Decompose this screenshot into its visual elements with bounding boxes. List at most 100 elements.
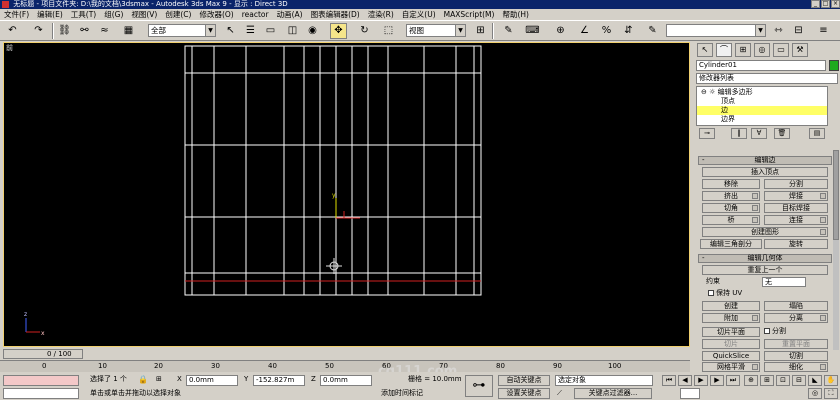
mirror-icon[interactable]: ⇿ <box>770 23 787 39</box>
rollout-edit-geometry-header[interactable]: - 编辑几何体 <box>698 254 832 263</box>
modify-tab-icon[interactable]: ⌒ <box>716 43 732 57</box>
next-frame-icon[interactable]: ▶ <box>710 375 724 386</box>
meshsmooth-button[interactable]: 网格平滑 <box>702 362 760 372</box>
motion-tab-icon[interactable]: ◎ <box>754 43 770 57</box>
settings-icon[interactable] <box>820 229 826 235</box>
settings-icon[interactable] <box>752 315 758 321</box>
select-and-link-icon[interactable]: ⛓ <box>56 23 73 39</box>
insert-vertex-button[interactable]: 插入顶点 <box>702 167 828 177</box>
pan-icon[interactable]: ✋ <box>824 375 838 386</box>
create-shape-button[interactable]: 创建图形 <box>702 227 828 237</box>
undo-icon[interactable]: ↶ <box>4 23 21 39</box>
absolute-mode-icon[interactable]: ⊞ <box>156 374 162 385</box>
menu-customize[interactable]: 自定义(U) <box>398 9 440 20</box>
slice-button[interactable]: 切片 <box>702 339 760 349</box>
split-checkbox[interactable]: 分割 <box>764 327 786 336</box>
stack-item-border[interactable]: 边界 <box>697 115 827 124</box>
select-and-manipulate-icon[interactable]: ✎ <box>500 23 517 39</box>
rollout-edit-edges-header[interactable]: - 编辑边 <box>698 156 832 165</box>
add-time-tag[interactable]: 添加时间标记 <box>381 388 423 399</box>
snaps-toggle-icon[interactable]: ⊕ <box>552 23 569 39</box>
scrollbar-thumb[interactable] <box>833 150 839 240</box>
key-filter-icon[interactable]: ⟋ <box>557 388 562 399</box>
y-coord-field[interactable]: -152.827m <box>253 375 305 386</box>
command-panel-scrollbar[interactable] <box>833 150 839 350</box>
menu-graph-editors[interactable]: 图表编辑器(D) <box>307 9 364 20</box>
reset-plane-button[interactable]: 重置平面 <box>764 339 828 349</box>
time-slider[interactable]: 0 / 100 <box>3 349 83 359</box>
auto-key-button[interactable]: 自动关键点 <box>498 375 550 386</box>
object-name-field[interactable]: Cylinder01 <box>696 60 826 71</box>
track-bar[interactable]: 0 10 20 30 40 50 60 70 80 90 100 <box>0 360 690 372</box>
settings-icon[interactable] <box>752 205 758 211</box>
z-coord-field[interactable]: 0.0mm <box>320 375 372 386</box>
detach-button[interactable]: 分离 <box>764 313 828 323</box>
menu-tools[interactable]: 工具(T) <box>67 9 100 20</box>
split-button[interactable]: 分割 <box>764 179 828 189</box>
preserve-uvs-checkbox[interactable]: 保持 UV <box>708 289 742 298</box>
configure-modifier-sets-icon[interactable]: ▤ <box>809 128 825 139</box>
bridge-button[interactable]: 桥 <box>702 215 760 225</box>
menu-modifiers[interactable]: 修改器(O) <box>195 9 237 20</box>
front-viewport[interactable]: 前 y z x <box>3 42 690 347</box>
select-and-scale-icon[interactable]: ⬚ <box>380 23 397 39</box>
menu-maxscript[interactable]: MAXScript(M) <box>440 9 499 20</box>
select-object-icon[interactable]: ↖ <box>222 23 239 39</box>
show-end-result-icon[interactable]: ‖ <box>731 128 747 139</box>
key-mode-dropdown[interactable]: 选定对象 <box>555 375 653 386</box>
modifier-list-dropdown[interactable]: 修改器列表 <box>696 73 838 84</box>
previous-frame-icon[interactable]: ◀ <box>678 375 692 386</box>
settings-icon[interactable] <box>752 193 758 199</box>
settings-icon[interactable] <box>752 217 758 223</box>
object-color-swatch[interactable] <box>829 60 839 71</box>
stack-item-vertex[interactable]: 顶点 <box>697 97 827 106</box>
menu-reactor[interactable]: reactor <box>238 9 273 20</box>
x-coord-field[interactable]: 0.0mm <box>186 375 238 386</box>
hierarchy-tab-icon[interactable]: ⊞ <box>735 43 751 57</box>
stack-item-edit-poly[interactable]: ⊖ ☼ 编辑多边形 <box>697 88 827 97</box>
settings-icon[interactable] <box>752 364 758 370</box>
set-key-button[interactable]: 设置关键点 <box>498 388 550 399</box>
play-icon[interactable]: ▶ <box>694 375 708 386</box>
orbit-icon[interactable]: ◎ <box>808 388 822 399</box>
maxscript-listener-field[interactable] <box>3 375 79 386</box>
window-crossing-icon[interactable]: ◫ <box>284 23 301 39</box>
menu-views[interactable]: 视图(V) <box>127 9 161 20</box>
extrude-button[interactable]: 挤出 <box>702 191 760 201</box>
percent-snap-icon[interactable]: % <box>598 23 615 39</box>
make-unique-icon[interactable]: ∀ <box>751 128 767 139</box>
create-tab-icon[interactable]: ↖ <box>697 43 713 57</box>
constraints-dropdown[interactable]: 无 <box>762 277 806 287</box>
menu-rendering[interactable]: 渲染(R) <box>364 9 398 20</box>
utilities-tab-icon[interactable]: ⚒ <box>792 43 808 57</box>
settings-icon[interactable] <box>820 193 826 199</box>
collapse-button[interactable]: 塌陷 <box>764 301 828 311</box>
settings-icon[interactable] <box>820 217 826 223</box>
named-selection-sets-dropdown[interactable]: ▼ <box>666 24 766 37</box>
zoom-extents-icon[interactable]: ⊡ <box>776 375 790 386</box>
repeat-last-button[interactable]: 重复上一个 <box>702 265 828 275</box>
pin-stack-icon[interactable]: ⊸ <box>699 128 715 139</box>
selection-filter-icon[interactable]: ▦ <box>120 23 137 39</box>
pivot-center-icon[interactable]: ⊞ <box>472 23 489 39</box>
select-region-icon[interactable]: ◉ <box>304 23 321 39</box>
settings-icon[interactable] <box>820 364 826 370</box>
quickslice-button[interactable]: QuickSlice <box>702 351 760 361</box>
weld-button[interactable]: 焊接 <box>764 191 828 201</box>
tessellate-button[interactable]: 细化 <box>764 362 828 372</box>
minimize-button[interactable]: _ <box>811 0 820 8</box>
stack-item-edge[interactable]: 边 <box>697 106 827 115</box>
select-and-move-icon[interactable]: ✥ <box>330 23 347 39</box>
align-icon[interactable]: ⊟ <box>790 23 807 39</box>
cut-button[interactable]: 切割 <box>764 351 828 361</box>
angle-snap-icon[interactable]: ∠ <box>576 23 593 39</box>
chamfer-button[interactable]: 切角 <box>702 203 760 213</box>
named-selection-icon[interactable]: ✎ <box>644 23 661 39</box>
keyboard-shortcut-icon[interactable]: ⌨ <box>524 23 541 39</box>
spinner-snap-icon[interactable]: ⇵ <box>620 23 637 39</box>
menu-create[interactable]: 创建(C) <box>161 9 195 20</box>
remove-button[interactable]: 移除 <box>702 179 760 189</box>
remove-modifier-icon[interactable]: 🗑 <box>774 128 790 139</box>
lock-selection-icon[interactable]: 🔒 <box>138 375 148 384</box>
bind-space-warp-icon[interactable]: ≈ <box>96 23 113 39</box>
